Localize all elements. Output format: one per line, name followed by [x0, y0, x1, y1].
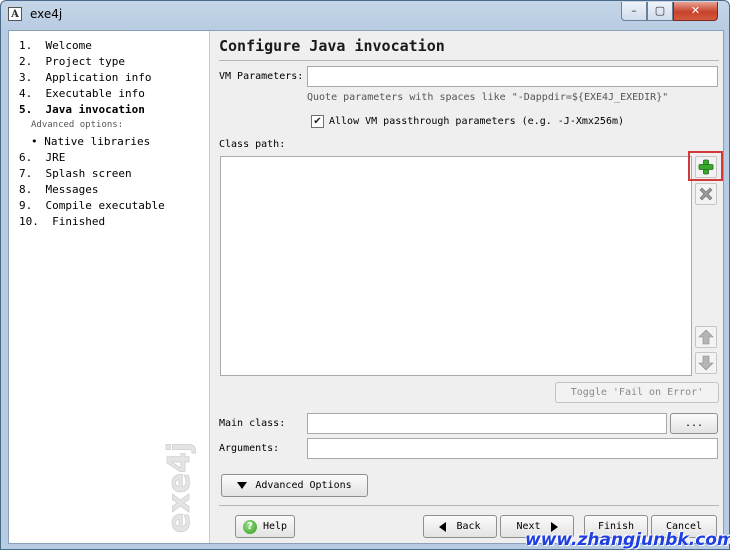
- x-icon: [699, 187, 713, 201]
- advanced-options-button[interactable]: Advanced Options: [221, 474, 368, 497]
- step-compile-executable[interactable]: 9. Compile executable: [19, 199, 165, 212]
- main-class-label: Main class:: [219, 418, 286, 429]
- help-label: Help: [262, 521, 288, 532]
- close-button[interactable]: ✕: [673, 2, 718, 21]
- main-class-input[interactable]: [307, 413, 667, 434]
- exe4j-watermark-logo: exe4j: [162, 441, 198, 533]
- step-finished[interactable]: 10. Finished: [19, 215, 105, 228]
- step-native-libraries[interactable]: • Native libraries: [31, 135, 150, 148]
- wizard-client: 1. Welcome 2. Project type 3. Applicatio…: [8, 30, 724, 544]
- window-title: exe4j: [30, 7, 63, 21]
- toggle-fail-on-error-button[interactable]: Toggle 'Fail on Error': [555, 382, 719, 403]
- arrow-up-icon: [698, 329, 714, 345]
- vm-parameters-label: VM Parameters:: [219, 71, 304, 82]
- maximize-button[interactable]: ▢: [647, 2, 673, 21]
- back-label: Back: [456, 521, 481, 532]
- advanced-options-label: Advanced Options: [255, 480, 352, 491]
- help-button[interactable]: ? Help: [235, 515, 295, 538]
- main-panel: Configure Java invocation VM Parameters:…: [210, 31, 723, 543]
- browse-main-class-button[interactable]: ...: [670, 413, 718, 434]
- step-messages[interactable]: 8. Messages: [19, 183, 98, 196]
- arrow-down-icon: [698, 355, 714, 371]
- passthrough-row[interactable]: ✔ Allow VM passthrough parameters (e.g. …: [311, 113, 624, 129]
- back-button[interactable]: Back: [423, 515, 497, 538]
- step-splash-screen[interactable]: 7. Splash screen: [19, 167, 132, 180]
- page-title: Configure Java invocation: [219, 37, 445, 55]
- advanced-options-label: Advanced options:: [31, 120, 124, 130]
- passthrough-checkbox[interactable]: ✔: [311, 114, 324, 128]
- step-executable-info[interactable]: 4. Executable info: [19, 87, 145, 100]
- plus-icon: [698, 159, 714, 175]
- title-divider: [219, 60, 719, 61]
- move-down-button[interactable]: [695, 352, 717, 374]
- triangle-down-icon: [237, 482, 248, 489]
- arrow-left-icon: [439, 521, 447, 532]
- remove-classpath-button[interactable]: [695, 183, 717, 205]
- arguments-input[interactable]: [307, 438, 718, 459]
- passthrough-label: Allow VM passthrough parameters (e.g. -J…: [329, 115, 625, 127]
- app-window: A exe4j – ▢ ✕ 1. Welcome 2. Project type…: [0, 0, 730, 550]
- arguments-label: Arguments:: [219, 443, 280, 454]
- step-project-type[interactable]: 2. Project type: [19, 55, 125, 68]
- help-icon: ?: [242, 519, 257, 534]
- step-application-info[interactable]: 3. Application info: [19, 71, 151, 84]
- wizard-steps-sidebar: 1. Welcome 2. Project type 3. Applicatio…: [9, 31, 210, 543]
- step-welcome[interactable]: 1. Welcome: [19, 39, 92, 52]
- step-java-invocation[interactable]: 5. Java invocation: [19, 103, 145, 116]
- title-bar[interactable]: A exe4j – ▢ ✕: [1, 1, 729, 29]
- step-jre[interactable]: 6. JRE: [19, 151, 65, 164]
- minimize-button[interactable]: –: [621, 2, 647, 21]
- vm-parameters-input[interactable]: [307, 66, 718, 87]
- svg-text:exe4j: exe4j: [162, 442, 197, 533]
- vm-parameters-hint: Quote parameters with spaces like "-Dapp…: [307, 92, 669, 103]
- site-watermark: www.zhangjunbk.com: [525, 530, 730, 550]
- app-icon: A: [8, 7, 22, 21]
- move-up-button[interactable]: [695, 326, 717, 348]
- footer-divider: [219, 505, 719, 506]
- class-path-label: Class path:: [219, 139, 286, 150]
- add-classpath-button[interactable]: [695, 156, 717, 178]
- class-path-list[interactable]: [220, 156, 692, 376]
